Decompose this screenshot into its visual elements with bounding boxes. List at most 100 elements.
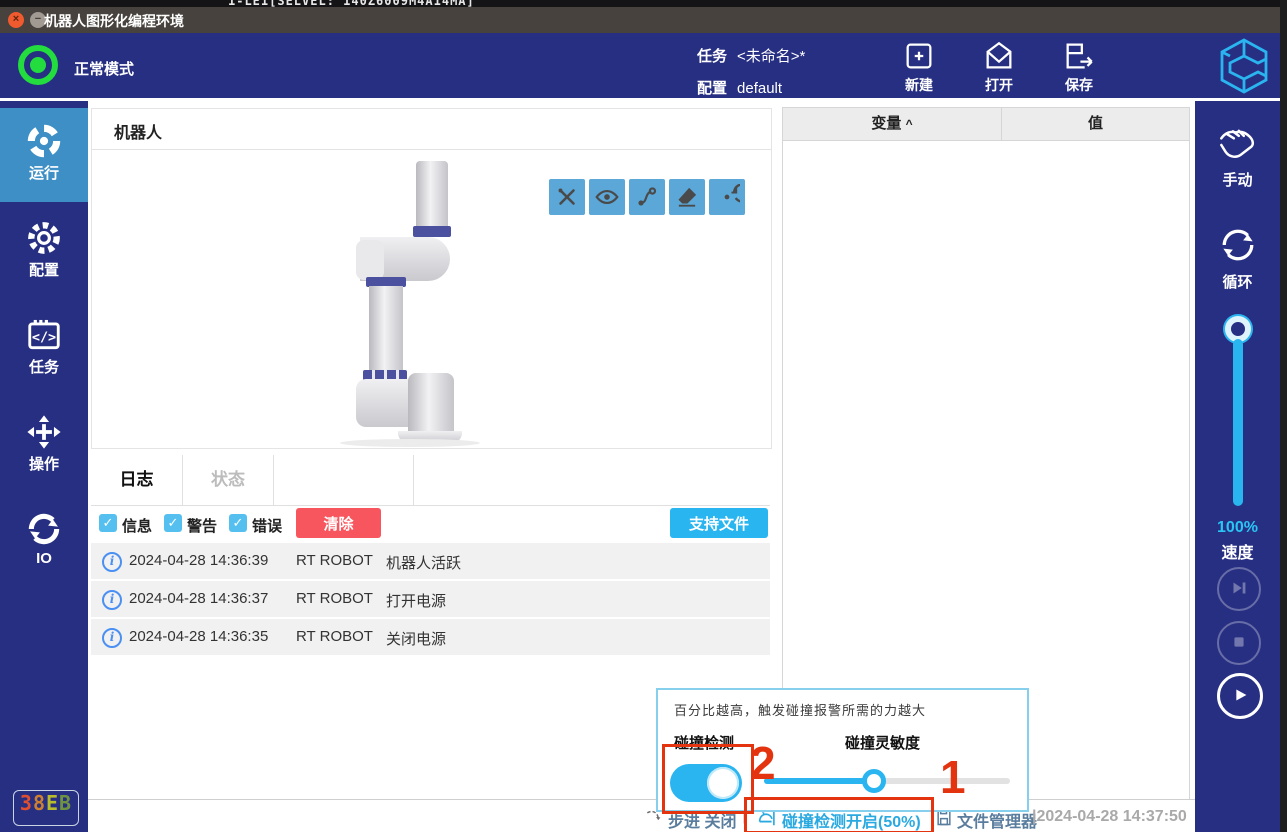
hand-icon [1195,125,1280,165]
speed-percent: 100% [1195,519,1280,537]
rotate-target-icon [709,184,745,210]
speed-slider-track[interactable] [1233,339,1243,506]
log-row[interactable]: i 2024-04-28 14:36:37 RT ROBOT 打开电源 [91,581,770,617]
step-forward-button[interactable] [1217,567,1261,611]
sidebar-item-task[interactable]: </> 任务 [0,302,88,396]
app-window: 1-LE1[SELVEL: 140Z6009M4A14MA] × − 机器人图形… [0,0,1287,832]
badge-char: 3 [20,791,33,815]
config-label: 配置 [697,80,727,97]
value-column-header[interactable]: 值 [1002,108,1189,141]
log-row[interactable]: i 2024-04-28 14:36:35 RT ROBOT 关闭电源 [91,619,770,655]
window-titlebar: × − 机器人图形化编程环境 [0,7,1280,33]
annotation-number-2: 2 [750,740,776,786]
log-source: RT ROBOT [296,628,373,645]
filter-error-label: 错误 [252,515,282,536]
view-trajectory-button[interactable] [629,179,665,215]
info-icon: i [102,628,122,648]
open-task-button[interactable]: 打开 [967,39,1031,95]
badge-char: E [46,791,59,815]
collision-sensitivity-label: 碰撞灵敏度 [845,732,920,753]
path-curve-icon [629,184,665,210]
log-source: RT ROBOT [296,590,373,607]
new-file-icon [887,39,951,73]
sensitivity-slider-handle[interactable] [862,769,886,793]
play-button[interactable] [1217,673,1263,719]
window-close-button[interactable]: × [8,12,24,28]
desktop-edge [1280,0,1287,832]
move-arrows-icon [0,413,88,451]
filter-info-checkbox[interactable]: ✓ [99,514,117,532]
sidebar-item-operate-label: 操作 [0,453,88,474]
svg-text:</>: </> [32,330,56,345]
background-terminal-strip: 1-LE1[SELVEL: 140Z6009M4A14MA] [0,0,1287,7]
filter-error-checkbox[interactable]: ✓ [229,514,247,532]
config-value: default [737,80,782,97]
filter-warning-checkbox[interactable]: ✓ [164,514,182,532]
view-erase-button[interactable] [669,179,705,215]
left-sidebar: 运行 配置 </> 任务 [0,101,88,832]
log-time: 2024-04-28 14:36:35 [129,628,268,645]
filter-warning-label: 警告 [187,515,217,536]
manual-mode-button[interactable]: 手动 [1195,125,1280,190]
sort-caret-icon: ^ [906,117,913,131]
save-task-button[interactable]: 保存 [1047,39,1111,95]
sidebar-item-config[interactable]: 配置 [0,205,88,299]
sidebar-item-io-label: IO [0,550,88,567]
sidebar-item-operate[interactable]: 操作 [0,399,88,493]
stop-icon [1219,631,1259,653]
background-terminal-text: 1-LE1[SELVEL: 140Z6009M4A14MA] [228,0,475,7]
tab-log[interactable]: 日志 [91,455,182,505]
run-icon [0,122,88,160]
new-task-button[interactable]: 新建 [887,39,951,95]
code-window-icon: </> [0,316,88,354]
divider [273,455,274,505]
sidebar-item-run[interactable]: 运行 [0,108,88,202]
log-message: 机器人活跃 [386,552,461,573]
save-task-label: 保存 [1047,75,1111,95]
log-time: 2024-04-28 14:36:39 [129,552,268,569]
badge-char: 8 [33,791,46,815]
save-icon [1047,39,1111,73]
filter-info-label: 信息 [122,515,152,536]
step-forward-icon [1219,577,1259,599]
eye-icon [589,184,625,210]
new-task-label: 新建 [887,75,951,95]
task-value: <未命名>* [737,48,805,65]
clear-log-button[interactable]: 清除 [296,508,381,538]
annotation-box-collision-status [744,797,934,832]
open-task-label: 打开 [967,75,1031,95]
sensitivity-slider-fill [764,778,872,784]
hex-status-badge: 38EB [13,790,79,826]
divider [92,149,771,150]
sensitivity-slider-track[interactable] [764,778,1010,784]
sidebar-item-config-label: 配置 [0,259,88,280]
status-timestamp: |2024-04-28 14:37:50 [1032,808,1187,826]
tab-status[interactable]: 状态 [183,455,273,505]
log-source: RT ROBOT [296,552,373,569]
app-header: 正常模式 任务<未命名>* 配置default 新建 打开 [0,33,1280,101]
view-tools-button[interactable] [549,179,585,215]
manual-mode-label: 手动 [1195,169,1280,190]
loop-mode-button[interactable]: 循环 [1195,223,1280,292]
log-row[interactable]: i 2024-04-28 14:36:39 RT ROBOT 机器人活跃 [91,543,770,579]
log-message: 打开电源 [386,590,446,611]
right-sidebar: 手动 循环 100% 速度 [1195,101,1280,832]
view-visibility-button[interactable] [589,179,625,215]
variables-column-header[interactable]: 变量 ^ [783,108,1002,141]
divider [91,505,770,506]
view-reset-rotation-button[interactable] [709,179,745,215]
mode-status-icon [18,45,58,85]
annotation-box-toggle [662,744,754,814]
sidebar-item-io[interactable]: IO [0,496,88,590]
gear-icon [0,219,88,257]
variables-column-label: 变量 [871,115,901,132]
robot-panel-title: 机器人 [114,119,162,143]
play-icon [1220,684,1260,706]
stop-button[interactable] [1217,621,1261,665]
support-file-button[interactable]: 支持文件 [670,508,768,538]
eraser-icon [669,184,705,210]
open-file-icon [967,39,1031,73]
config-row: 配置 default [697,77,782,98]
collision-tip-text: 百分比越高，触发碰撞报警所需的力越大 [674,700,926,719]
info-icon: i [102,590,122,610]
